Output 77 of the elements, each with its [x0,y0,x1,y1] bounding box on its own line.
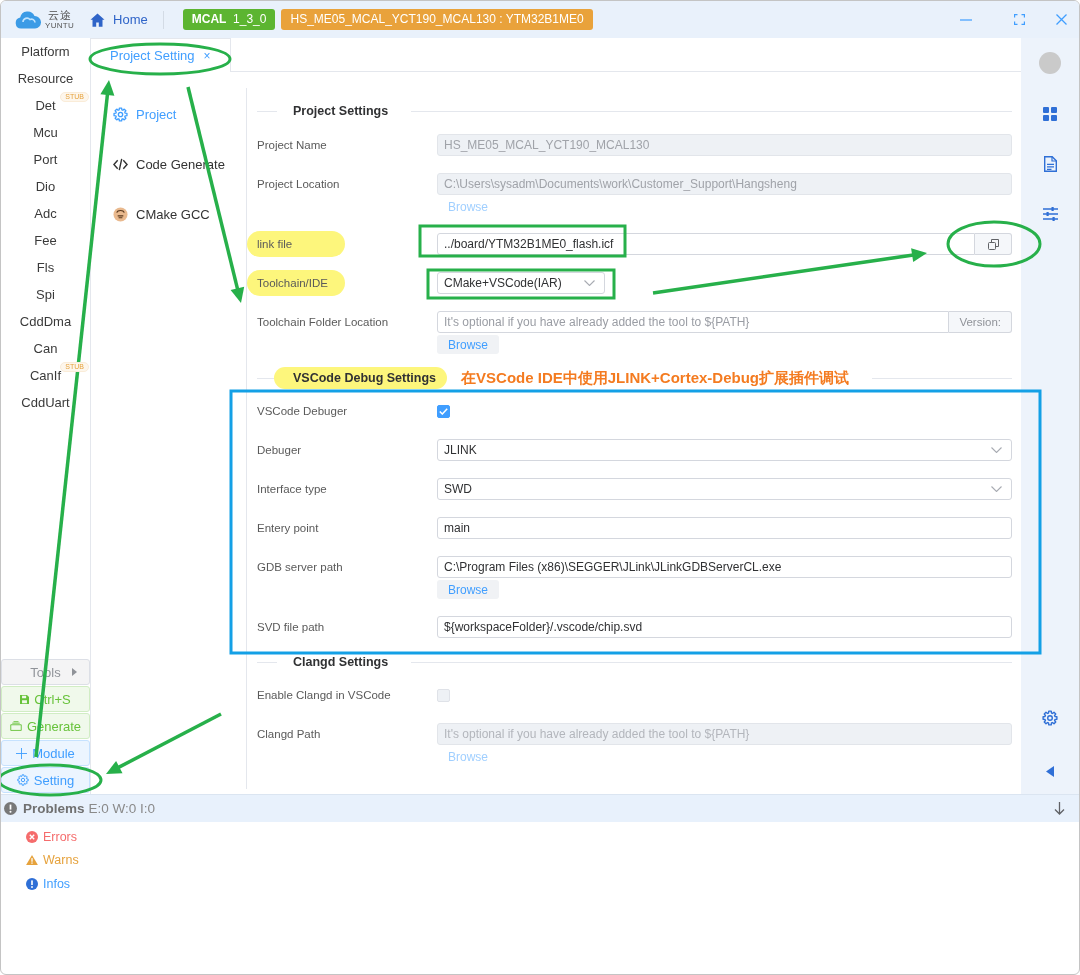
text-field[interactable]: It's optional if you have already added the tool to ${PATH} [437,311,950,333]
logo-text: 云途 [47,9,72,21]
checkmark-icon [439,408,448,415]
tray-icon [9,721,22,731]
save-icon [20,694,30,704]
sidebar-item[interactable]: Spi [36,287,55,302]
dropdown[interactable]: CMake+VSCode(IAR) [437,272,605,294]
sidebar-item[interactable]: Can [33,341,58,356]
chevron-down-icon [584,280,595,286]
text-field[interactable]: main [437,517,1012,539]
problem-counts: E:0 W:0 I:0 [88,801,156,816]
field-label: Toolchain Folder Location [257,315,389,330]
sidebar-item[interactable]: CddDma [19,314,72,329]
version-addon: Version: [949,311,1012,333]
dropdown[interactable]: JLINK [437,439,1012,461]
cloud-logo-icon [15,10,41,29]
gear-icon [113,106,128,122]
plus-icon [16,747,28,759]
field-label: Debuger [257,443,302,458]
copy-icon [987,238,999,250]
home-button[interactable]: Home [90,12,148,27]
info-icon [26,877,38,890]
panel-title: Problems [23,801,85,816]
field-label: Entery point [257,521,319,536]
sidebar-item[interactable]: Fee [34,233,57,248]
field-label: Enable Clangd in VSCode [257,688,391,703]
section-title: Clangd Settings [293,654,389,671]
copy-button[interactable] [975,233,1012,255]
sidebar-item[interactable]: CddUart [21,395,70,410]
warning-icon [26,855,38,866]
emblem-icon [113,206,128,222]
maximize-icon[interactable] [1014,14,1025,25]
field-label: link file [247,231,345,257]
sidebar-item[interactable]: Dio [35,179,56,194]
sidebar-item[interactable]: Det [35,98,56,113]
field-label: SVD file path [257,620,325,635]
field-label: GDB server path [257,560,343,575]
sidebar-item[interactable]: CanIf [29,368,62,383]
settings-nav-item[interactable]: CMake GCC [113,206,210,222]
settings-icon[interactable] [1042,710,1058,726]
version-tag: MCAL 1_3_0 [182,9,276,30]
section-title: Project Settings [293,103,389,120]
sliders-icon[interactable] [1042,207,1058,221]
sidebar-item[interactable]: Fls [36,260,55,275]
close-icon[interactable] [1056,14,1067,25]
error-icon [26,830,38,843]
caret-icon [72,668,77,676]
text-field[interactable]: ${workspaceFolder}/.vscode/chip.svd [437,616,1012,638]
alert-icon [4,802,17,815]
annotation-note: 在VSCode IDE中使用JLINK+Cortex-Debug扩展插件调试 [461,368,850,388]
sidebar-item[interactable]: Platform [21,44,70,59]
sidebar-item[interactable]: Resource [17,71,74,86]
chevron-down-icon [991,447,1002,453]
project-tag: HS_ME05_MCAL_YCT190_MCAL130 : YTM32B1ME0 [281,9,593,30]
code-icon [113,156,128,172]
grid-icon[interactable] [1043,107,1057,121]
gear-icon [16,774,29,786]
sidebar-item[interactable]: Adc [34,206,57,221]
text-field[interactable]: C:\Program Files (x86)\SEGGER\JLink\JLinkGDBServerCL.exe [437,556,1012,578]
section-title: VSCode Debug Settings [274,367,448,389]
chevron-down-icon [991,486,1002,492]
sidebar-item[interactable]: Port [33,152,58,167]
field-label: Clangd Path [257,727,321,742]
field-label: Project Name [257,138,327,153]
dropdown[interactable]: SWD [437,478,1012,500]
caret-icon[interactable] [1046,766,1054,777]
file-path-field[interactable]: ../board/YTM32B1ME0_flash.icf [437,233,975,255]
document-icon[interactable] [1043,156,1057,172]
checkbox[interactable] [437,405,450,418]
home-icon [90,12,106,27]
sidebar-item[interactable]: Mcu [33,125,58,140]
field-label: Toolchain/IDE [247,270,345,296]
logo-tagline: YUNTU [45,21,75,30]
arrow-down-icon[interactable] [1054,802,1065,815]
field-label: Project Location [257,177,340,192]
field-label: VSCode Debuger [257,404,348,419]
field-label: Interface type [257,482,327,497]
